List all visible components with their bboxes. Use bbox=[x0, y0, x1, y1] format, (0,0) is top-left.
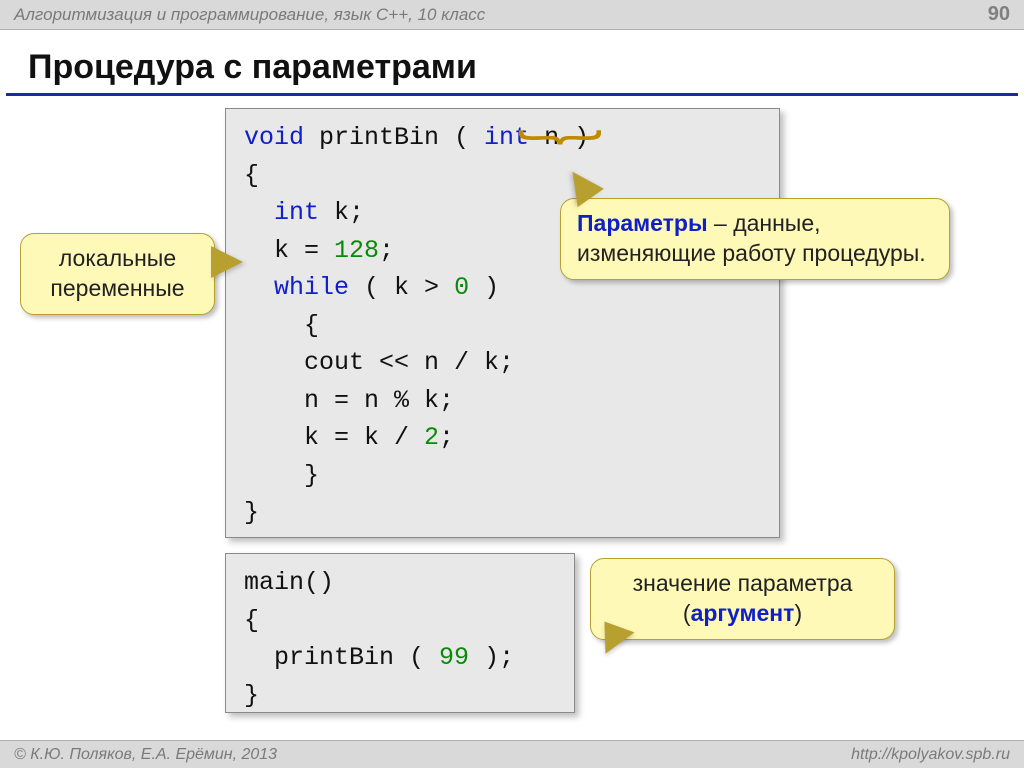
callout-arg: аргумент bbox=[691, 600, 795, 626]
kw-int: int bbox=[484, 123, 529, 152]
code-text: main() bbox=[244, 568, 334, 597]
callout-local-vars: локальные переменные bbox=[20, 233, 215, 315]
callout-tail-icon bbox=[213, 248, 243, 276]
code-text: printBin ( bbox=[304, 123, 484, 152]
paren-open: ( bbox=[683, 600, 691, 626]
code-block-main: main() { printBin ( 99 ); } bbox=[225, 553, 575, 713]
num-0: 0 bbox=[454, 273, 469, 302]
callout-line: переменные bbox=[37, 274, 198, 304]
callout-line: локальные bbox=[37, 244, 198, 274]
num-2: 2 bbox=[424, 423, 439, 452]
code-text: ; bbox=[379, 236, 394, 265]
code-text: ); bbox=[469, 643, 514, 672]
num-128: 128 bbox=[334, 236, 379, 265]
callout-line: значение параметра bbox=[607, 569, 878, 599]
code-text: } bbox=[244, 681, 259, 710]
paren-close: ) bbox=[794, 600, 802, 626]
slide-stage: void printBin ( int n ) { int k; k = 128… bbox=[0, 108, 1024, 738]
code-text: n ) bbox=[529, 123, 589, 152]
code-text: ( k > bbox=[349, 273, 454, 302]
kw-while: while bbox=[244, 273, 349, 302]
code-text: } bbox=[244, 498, 259, 527]
callout-tail-icon bbox=[596, 624, 632, 660]
kw-void: void bbox=[244, 123, 304, 152]
code-text: { bbox=[244, 311, 319, 340]
callout-argument: значение параметра (аргумент) bbox=[590, 558, 895, 640]
footer-url: http://kpolyakov.spb.ru bbox=[851, 746, 1010, 764]
code-text: } bbox=[244, 461, 319, 490]
code-text: k = k / bbox=[244, 423, 424, 452]
code-block-printbin: void printBin ( int n ) { int k; k = 128… bbox=[225, 108, 780, 538]
code-text: ) bbox=[469, 273, 499, 302]
code-text: cout << n / k; bbox=[244, 348, 514, 377]
kw-int: int bbox=[244, 198, 319, 227]
code-text: ; bbox=[439, 423, 454, 452]
code-text: k; bbox=[319, 198, 364, 227]
code-text: k = bbox=[244, 236, 334, 265]
page-number: 90 bbox=[988, 3, 1010, 26]
code-text: { bbox=[244, 161, 259, 190]
slide-title: Процедура с параметрами bbox=[6, 30, 1018, 96]
footer-bar: © К.Ю. Поляков, Е.А. Ерёмин, 2013 http:/… bbox=[0, 740, 1024, 768]
breadcrumb: Алгоритмизация и программирование, язык … bbox=[14, 5, 485, 25]
code-text: { bbox=[244, 606, 259, 635]
code-text: n = n % k; bbox=[244, 386, 454, 415]
callout-term: Параметры bbox=[577, 210, 708, 236]
code-text: printBin ( bbox=[244, 643, 439, 672]
header-bar: Алгоритмизация и программирование, язык … bbox=[0, 0, 1024, 30]
callout-parameters: Параметры – данные, изменяющие работу пр… bbox=[560, 198, 950, 280]
footer-copyright: © К.Ю. Поляков, Е.А. Ерёмин, 2013 bbox=[14, 746, 277, 764]
num-99: 99 bbox=[439, 643, 469, 672]
